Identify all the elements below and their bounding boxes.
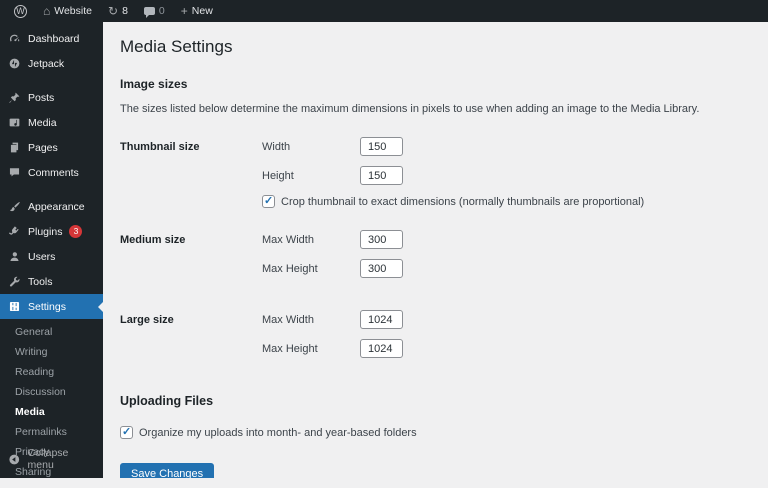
- large-max-height-input[interactable]: [360, 339, 403, 358]
- new-label: New: [191, 5, 213, 17]
- page-title: Media Settings: [120, 37, 233, 56]
- image-sizes-description: The sizes listed below determine the max…: [120, 103, 700, 115]
- sidebar-separator: [0, 76, 103, 85]
- large-size-label: Large size: [120, 314, 174, 326]
- submenu-item-general[interactable]: General: [0, 322, 103, 342]
- organize-uploads-checkbox[interactable]: [120, 425, 133, 439]
- sidebar-item-label: Comments: [28, 166, 79, 179]
- sidebar-item-label: Dashboard: [28, 32, 80, 45]
- crop-thumbnail-checkbox[interactable]: [262, 194, 275, 208]
- thumbnail-size-label: Thumbnail size: [120, 141, 200, 153]
- collapse-menu-label: Collapse menu: [27, 447, 69, 471]
- submenu-item-discussion[interactable]: Discussion: [0, 382, 103, 402]
- main-content: Media Settings Image sizes The sizes lis…: [103, 22, 768, 478]
- sidebar-item-posts[interactable]: Posts: [0, 85, 103, 110]
- organize-uploads-label: Organize my uploads into month- and year…: [139, 426, 417, 439]
- sidebar-item-label: Tools: [28, 275, 53, 288]
- user-icon: [10, 252, 19, 262]
- sidebar-item-label: Settings: [28, 300, 66, 313]
- large-max-width-label: Max Width: [262, 313, 314, 326]
- medium-max-height-input[interactable]: [360, 259, 403, 278]
- sidebar-item-label: Appearance: [28, 200, 85, 213]
- admin-sidebar: Dashboard Jetpack Posts Media Pages Comm…: [0, 22, 103, 478]
- large-size-row: Large size Max Width Max Height: [120, 310, 748, 368]
- sidebar-item-label: Users: [28, 250, 56, 263]
- medium-size-label: Medium size: [120, 234, 186, 246]
- home-icon: ⌂: [43, 4, 51, 18]
- sidebar-separator: [0, 185, 103, 194]
- submenu-item-writing[interactable]: Writing: [0, 342, 103, 362]
- comment-bubble-icon: [143, 7, 155, 18]
- admin-bar: W ⌂ Website ↻ 8 0 + New: [0, 0, 768, 22]
- image-sizes-heading: Image sizes: [120, 77, 188, 91]
- sidebar-item-jetpack[interactable]: Jetpack: [0, 51, 103, 76]
- medium-max-height-label: Max Height: [262, 262, 318, 275]
- updates-icon: ↻: [108, 4, 119, 18]
- wrench-icon: [9, 276, 20, 287]
- medium-max-width-label: Max Width: [262, 233, 314, 246]
- plugin-icon: [8, 226, 19, 235]
- sidebar-item-comments[interactable]: Comments: [0, 160, 103, 185]
- thumbnail-width-input[interactable]: [360, 137, 403, 156]
- comments-link[interactable]: 0: [136, 0, 173, 22]
- plus-icon: +: [180, 4, 188, 18]
- sidebar-item-dashboard[interactable]: Dashboard: [0, 26, 103, 51]
- site-name-link[interactable]: ⌂ Website: [35, 0, 100, 22]
- large-max-width-input[interactable]: [360, 310, 403, 329]
- collapse-menu-button[interactable]: Collapse menu: [0, 440, 103, 478]
- submenu-item-media[interactable]: Media: [0, 402, 103, 422]
- crop-thumbnail-label: Crop thumbnail to exact dimensions (norm…: [281, 195, 645, 208]
- submenu-item-reading[interactable]: Reading: [0, 362, 103, 382]
- wordpress-logo-link[interactable]: W: [6, 0, 35, 22]
- submenu-item-permalinks[interactable]: Permalinks: [0, 422, 103, 442]
- sidebar-item-media[interactable]: Media: [0, 110, 103, 135]
- collapse-arrow-icon: [9, 454, 20, 464]
- sidebar-item-pages[interactable]: Pages: [0, 135, 103, 160]
- sidebar-item-settings[interactable]: Settings: [0, 294, 103, 319]
- wordpress-logo-icon: W: [14, 4, 27, 18]
- site-name-label: Website: [54, 5, 92, 17]
- thumbnail-width-label: Width: [262, 140, 291, 153]
- medium-size-row: Medium size Max Width Max Height: [120, 230, 748, 288]
- pushpin-icon: [9, 92, 20, 103]
- sidebar-item-tools[interactable]: Tools: [0, 269, 103, 294]
- settings-icon: [9, 301, 20, 312]
- sidebar-item-appearance[interactable]: Appearance: [0, 194, 103, 219]
- thumbnail-height-label: Height: [262, 169, 294, 182]
- pages-icon: [10, 142, 19, 153]
- sidebar-item-label: Jetpack: [28, 57, 65, 70]
- jetpack-icon: [9, 58, 20, 69]
- brush-icon: [9, 201, 20, 212]
- sidebar-item-label: Plugins: [28, 225, 63, 238]
- comments-icon: [9, 168, 20, 177]
- uploading-files-heading: Uploading Files: [120, 394, 214, 408]
- sidebar-item-plugins[interactable]: Plugins 3: [0, 219, 103, 244]
- new-content-link[interactable]: + New: [173, 0, 221, 22]
- media-icon: [9, 118, 20, 127]
- updates-count: 8: [122, 5, 128, 17]
- dashboard-icon: [9, 34, 20, 42]
- thumbnail-size-row: Thumbnail size Width Height Crop thumbna…: [120, 137, 748, 208]
- sidebar-item-label: Media: [28, 116, 57, 129]
- sidebar-item-label: Posts: [28, 91, 55, 104]
- plugins-update-badge: 3: [69, 225, 83, 238]
- thumbnail-height-input[interactable]: [360, 166, 403, 185]
- sidebar-item-label: Pages: [28, 141, 58, 154]
- save-changes-button[interactable]: Save Changes: [120, 463, 215, 478]
- medium-max-width-input[interactable]: [360, 230, 403, 249]
- sidebar-item-users[interactable]: Users: [0, 244, 103, 269]
- large-max-height-label: Max Height: [262, 342, 318, 355]
- comments-count: 0: [158, 5, 165, 17]
- updates-link[interactable]: ↻ 8: [100, 0, 136, 22]
